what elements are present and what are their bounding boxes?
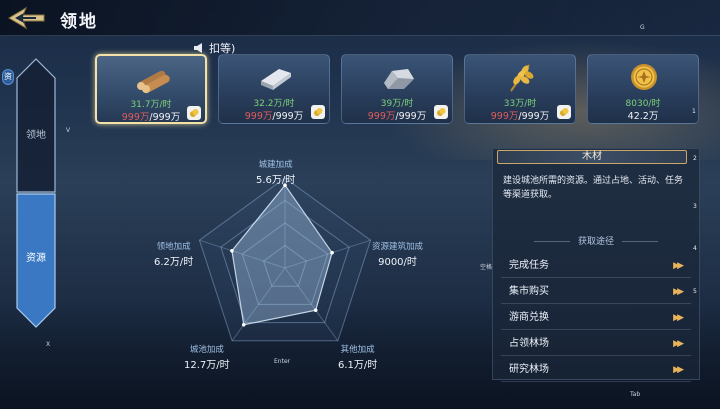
resource-detail-panel: 木材 建设城池所需的资源。通过占地、活动、任务等渠道获取。 获取途径 完成任务 … — [492, 148, 700, 382]
resource-current: 999万 — [367, 111, 396, 122]
hotkey-2: 2 — [693, 155, 697, 162]
hotkey-1: 1 — [692, 108, 696, 115]
back-button[interactable] — [6, 4, 46, 32]
stat-label: 城池加成 — [189, 345, 224, 355]
hotkey-space: 空格 — [480, 264, 493, 271]
resource-add-button[interactable] — [434, 105, 448, 119]
hotkey-5: 5 — [693, 288, 697, 295]
tab-territory[interactable]: 领地 — [16, 126, 56, 141]
resource-current: 999万 — [121, 112, 150, 123]
route-label: 游商兑换 — [509, 312, 549, 323]
resource-max: 999万 — [152, 112, 181, 123]
radar-value-point — [241, 322, 246, 327]
resource-amount: 42.2万 — [627, 111, 659, 122]
resource-card-coin[interactable]: 8030/时 42.2万 — [587, 54, 699, 124]
stat-value: 5.6万/时 — [256, 175, 296, 186]
double-arrow-icon: ▶▶ — [673, 313, 684, 323]
hotkey-3: 3 — [693, 203, 697, 210]
double-arrow-icon: ▶▶ — [673, 365, 684, 375]
double-arrow-icon: ▶▶ — [673, 261, 684, 271]
resource-max: 999万 — [275, 111, 304, 122]
resource-max: 999万 — [398, 111, 427, 122]
stat-other: 其他加成 6.1万/时 — [338, 343, 377, 371]
coins-icon — [437, 108, 446, 116]
wood-icon — [137, 70, 170, 94]
hotkey-x: X — [46, 341, 51, 348]
stat-label: 领地加成 — [156, 242, 191, 252]
grain-icon — [510, 64, 534, 92]
panel-subtitle: 获取途径 — [493, 234, 699, 247]
hotkey-4: 4 — [693, 245, 697, 252]
resource-card-stone[interactable]: 39万/时 999万/999万 — [341, 54, 453, 124]
stat-label: 城建加成 — [258, 160, 293, 170]
hotkey-v: V — [66, 127, 71, 134]
side-tabs: 领地 资源 — [16, 58, 56, 328]
stat-value: 6.1万/时 — [338, 360, 378, 371]
stat-resource-building: 资源建筑加成 9000/时 — [372, 240, 423, 268]
speaker-icon — [194, 43, 202, 53]
panel-title: 木材 — [497, 150, 687, 164]
hotkey-tab: Tab — [630, 391, 641, 398]
resource-max: 999万 — [521, 111, 550, 122]
side-glyph: 资 — [2, 69, 14, 85]
route-label: 完成任务 — [509, 260, 549, 271]
double-arrow-icon: ▶▶ — [673, 339, 684, 349]
stone-icon — [384, 69, 414, 89]
radar-value-point — [313, 308, 318, 313]
panel-description: 建设城池所需的资源。通过占地、活动、任务等渠道获取。 — [503, 176, 684, 200]
resource-card-iron[interactable]: 32.2万/时 999万/999万 — [218, 54, 330, 124]
stat-value: 12.7万/时 — [184, 360, 230, 371]
resource-add-button[interactable] — [557, 105, 571, 119]
hotkey-g: G — [640, 24, 645, 31]
resource-add-button[interactable] — [311, 105, 325, 119]
route-label: 研究林场 — [509, 364, 549, 375]
stat-territory: 领地加成 6.2万/时 — [154, 240, 193, 268]
resource-add-button[interactable] — [187, 106, 201, 120]
route-item[interactable]: 集市购买 ▶▶ — [501, 280, 691, 304]
radar-value-point — [230, 248, 234, 253]
side-tabs-frame — [16, 58, 56, 328]
iron-icon — [261, 69, 291, 90]
hotkey-enter: Enter — [274, 358, 291, 365]
radar-value-point — [330, 250, 334, 255]
resource-current: 999万 — [490, 111, 519, 122]
double-arrow-icon: ▶▶ — [673, 287, 684, 297]
bonus-radar: 城建加成 5.6万/时 资源建筑加成 9000/时 其他加成 6.1万/时 城池… — [120, 150, 480, 380]
coins-icon — [560, 108, 569, 116]
back-arrow-icon — [8, 6, 45, 30]
route-item[interactable]: 完成任务 ▶▶ — [501, 254, 691, 278]
resource-card-wood[interactable]: 31.7万/时 999万/999万 — [95, 54, 207, 124]
route-label: 占领林场 — [509, 338, 549, 349]
route-item[interactable]: 占领林场 ▶▶ — [501, 332, 691, 356]
stat-city: 城池加成 12.7万/时 — [184, 343, 230, 371]
route-item[interactable]: 游商兑换 ▶▶ — [501, 306, 691, 330]
top-bar: 领地 — [0, 0, 720, 36]
stat-city-building: 城建加成 5.6万/时 — [256, 158, 295, 186]
stat-value: 6.2万/时 — [154, 257, 194, 268]
stat-label: 资源建筑加成 — [372, 242, 424, 252]
coins-icon — [314, 108, 323, 116]
resource-card-grain[interactable]: 33万/时 999万/999万 — [464, 54, 576, 124]
stat-label: 其他加成 — [340, 345, 375, 355]
page-title: 领地 — [60, 12, 98, 32]
route-label: 集市购买 — [509, 286, 549, 297]
stat-value: 9000/时 — [378, 257, 417, 268]
route-item[interactable]: 研究林场 ▶▶ — [501, 358, 691, 382]
resource-current: 999万 — [244, 111, 273, 122]
coins-icon — [190, 109, 199, 117]
coin-icon — [631, 64, 657, 90]
tab-resources[interactable]: 资源 — [16, 249, 56, 264]
